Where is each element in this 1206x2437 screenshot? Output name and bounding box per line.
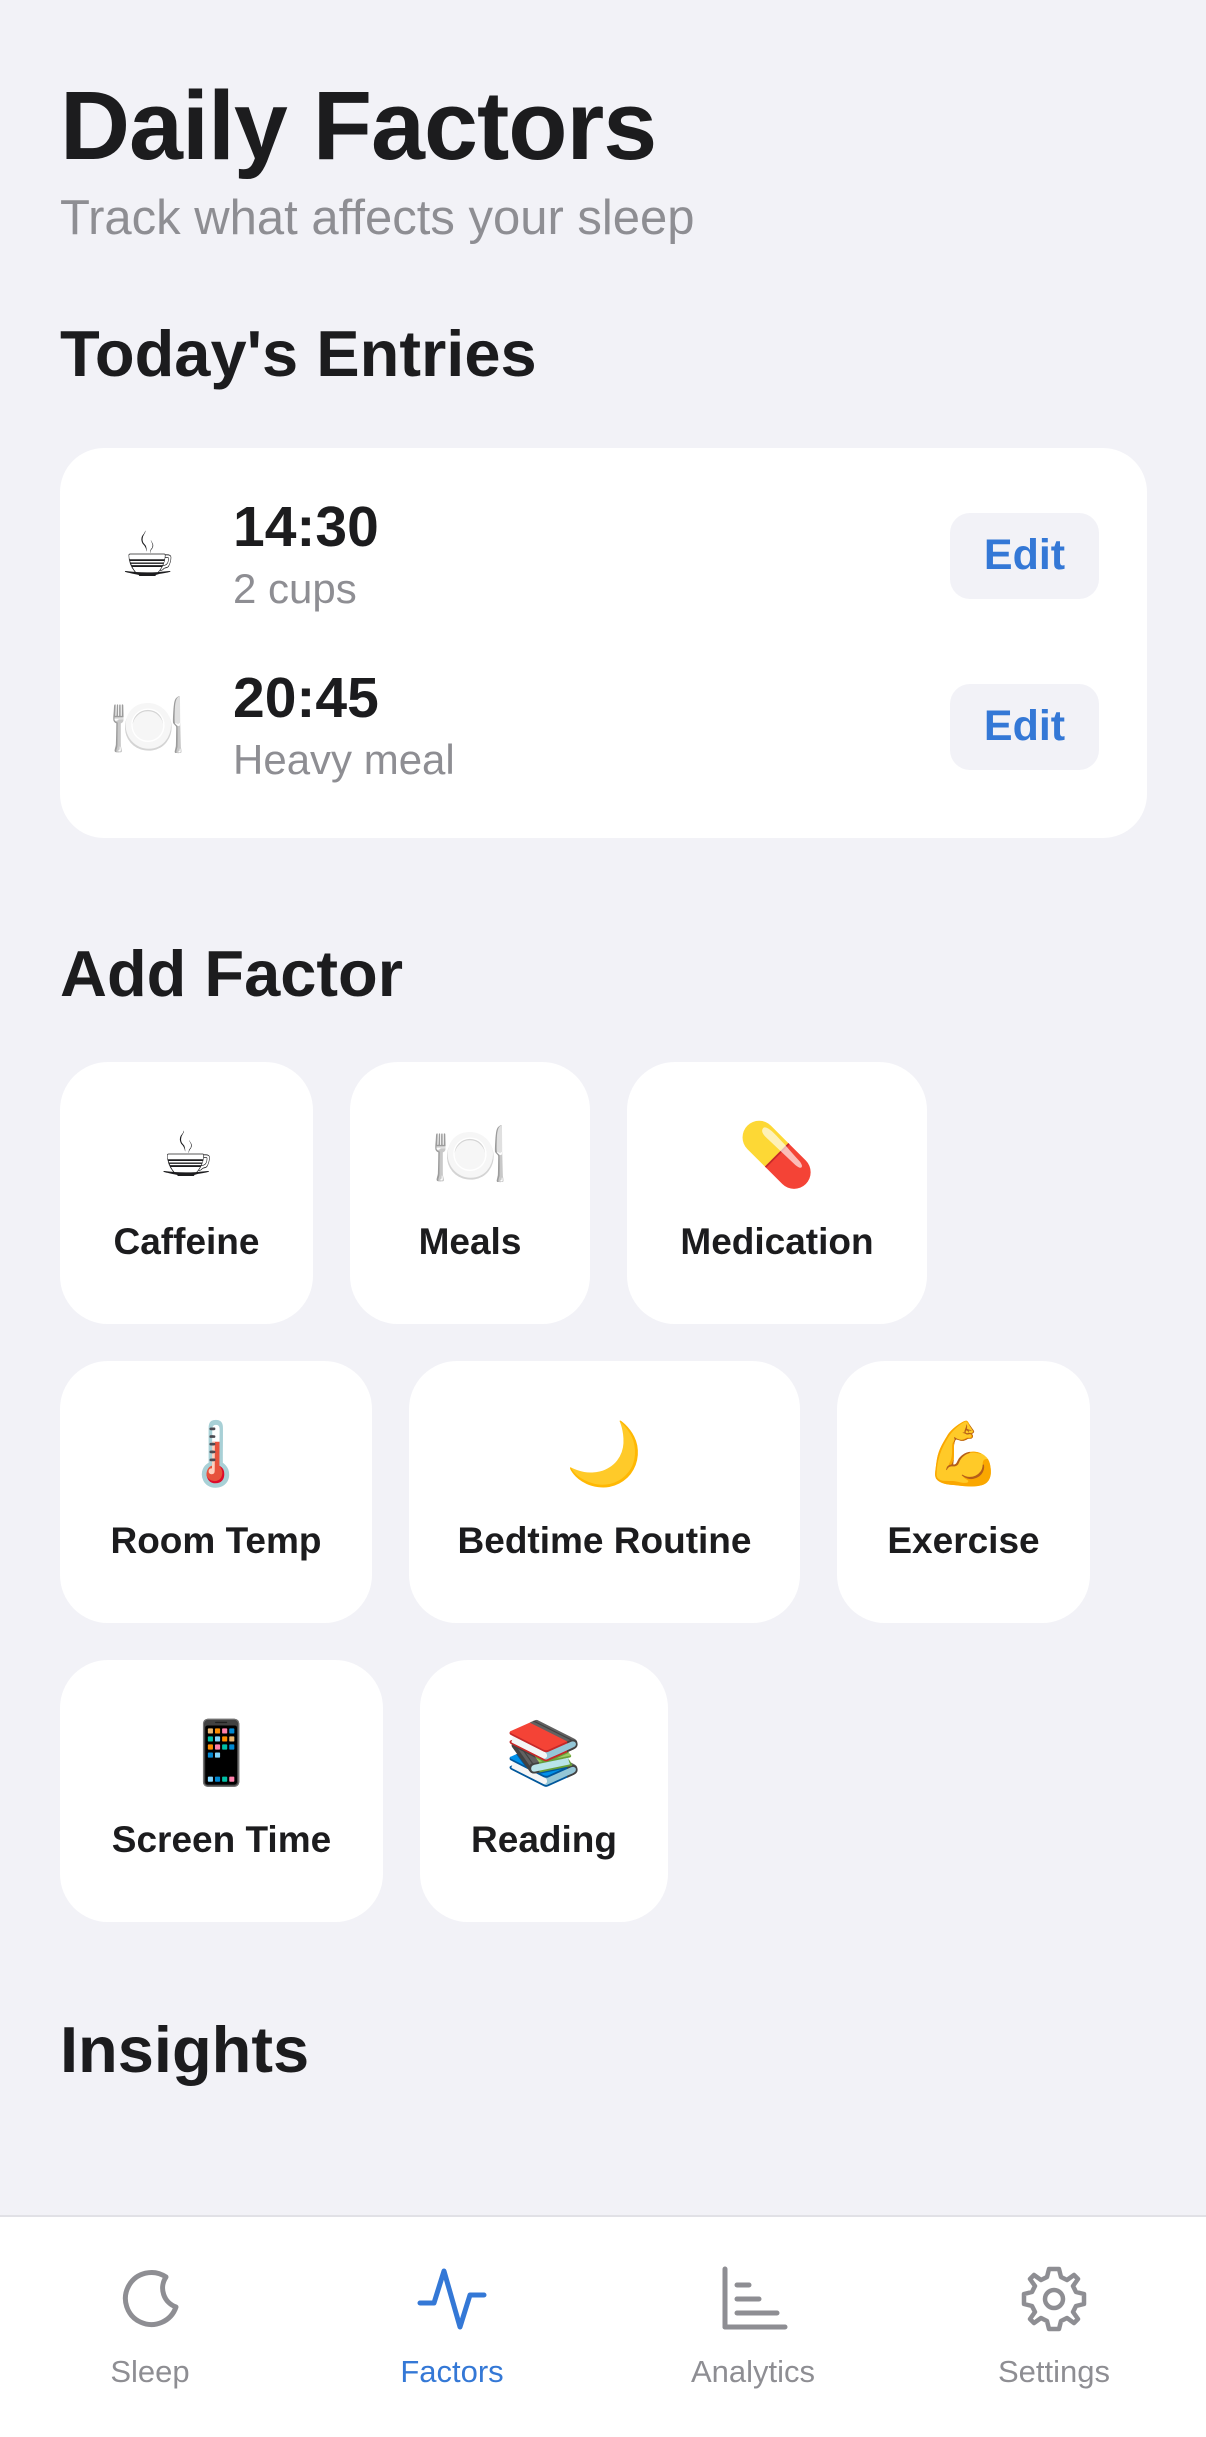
plate-icon: 🍽️ [109,691,187,761]
add-factor-heading: Add Factor [60,937,404,1010]
tab-analytics[interactable]: Analytics [653,2263,853,2391]
entry-text: 14:30 2 cups [233,494,950,618]
todays-entries-heading: Today's Entries [60,317,537,390]
factor-button-screen-time[interactable]: 📱 Screen Time [60,1660,383,1922]
page-subtitle: Track what affects your sleep [60,191,695,245]
thermometer-icon: 🌡️ [177,1420,255,1489]
gear-icon [1021,2266,1087,2332]
factor-button-exercise[interactable]: 💪 Exercise [837,1361,1090,1623]
coffee-icon: ☕ [120,520,176,590]
tab-bar: Sleep Factors Analytics Settings [0,2215,1206,2437]
factor-button-medication[interactable]: 💊 Medication [627,1062,927,1324]
tab-label: Settings [997,2354,1110,2389]
factor-label: Room Temp [110,1520,322,1561]
edit-entry-button[interactable]: Edit [950,512,1099,599]
moon-icon: 🌙 [565,1420,644,1489]
page-title: Daily Factors [60,71,657,180]
tab-settings[interactable]: Settings [954,2263,1154,2391]
coffee-icon: ☕ [158,1121,215,1190]
tab-factors[interactable]: Factors [352,2263,552,2391]
todays-entries-card: ☕ 14:30 2 cups Edit 🍽️ 20:45 Heavy meal … [60,448,1147,838]
entry-time: 20:45 [233,665,379,730]
factor-row: 🌡️ Room Temp 🌙 Bedtime Routine 💪 Exercis… [60,1361,1146,1623]
entry-text: 20:45 Heavy meal [233,665,950,789]
tab-label: Sleep [110,2354,190,2389]
factor-button-bedtime-routine[interactable]: 🌙 Bedtime Routine [409,1361,800,1623]
factor-button-meals[interactable]: 🍽️ Meals [350,1062,590,1324]
books-icon: 📚 [505,1719,583,1788]
edit-entry-button[interactable]: Edit [950,683,1099,770]
tab-sleep[interactable]: Sleep [50,2263,250,2391]
phone-icon: 📱 [182,1719,261,1788]
insights-heading: Insights [60,2013,310,2086]
bar-chart-icon [722,2266,788,2330]
entry-time: 14:30 [233,494,379,559]
entry-row-meal: 🍽️ 20:45 Heavy meal Edit [108,665,1099,788]
activity-icon [417,2268,487,2330]
factor-label: Caffeine [113,1221,260,1262]
tab-label: Analytics [690,2354,816,2389]
factor-label: Bedtime Routine [457,1520,752,1561]
entry-row-caffeine: ☕ 14:30 2 cups Edit [108,494,1099,617]
moon-icon [123,2270,179,2327]
factor-label: Reading [471,1819,617,1860]
flexed-bicep-icon: 💪 [924,1420,1003,1489]
factor-label: Exercise [887,1520,1040,1561]
factor-button-reading[interactable]: 📚 Reading [420,1660,668,1922]
plate-icon: 🍽️ [431,1121,509,1190]
tab-label: Factors [400,2354,504,2389]
factor-label: Meals [418,1221,522,1262]
entry-detail: Heavy meal [233,735,455,783]
factor-button-caffeine[interactable]: ☕ Caffeine [60,1062,313,1324]
pill-icon: 💊 [738,1121,816,1190]
factor-row: 📱 Screen Time 📚 Reading [60,1660,1146,1922]
entry-detail: 2 cups [233,564,357,612]
factor-row: ☕ Caffeine 🍽️ Meals 💊 Medication [60,1062,1146,1324]
factor-label: Medication [680,1221,874,1262]
factor-button-room-temp[interactable]: 🌡️ Room Temp [60,1361,372,1623]
factor-label: Screen Time [111,1819,332,1860]
factors-screen: Daily Factors Track what affects your sl… [0,0,1206,2215]
